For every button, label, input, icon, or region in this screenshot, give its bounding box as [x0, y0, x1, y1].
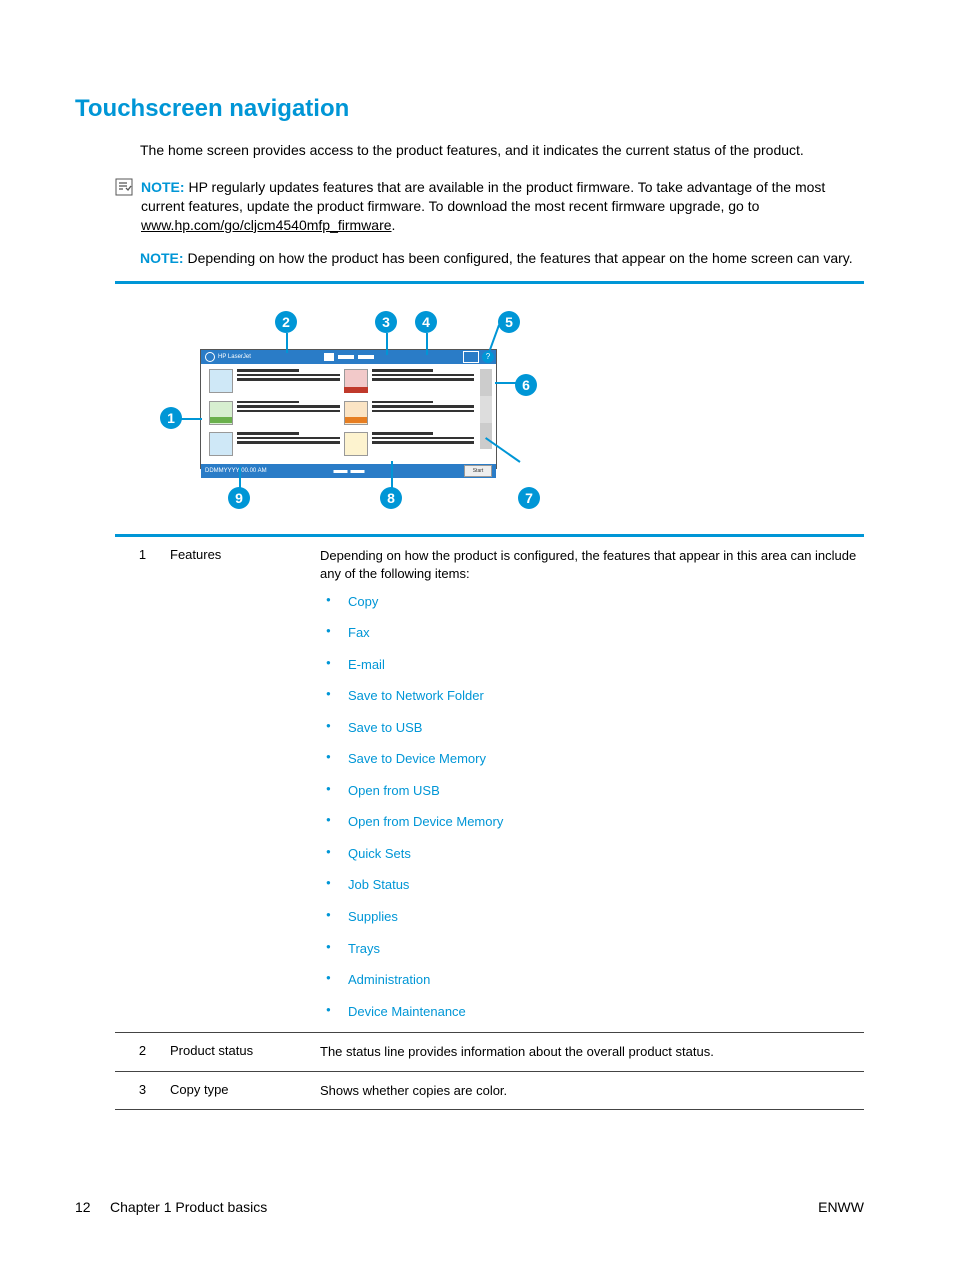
callout-5: 5	[498, 311, 520, 333]
list-item: Open from Device Memory	[320, 813, 864, 831]
list-item: Device Maintenance	[320, 1003, 864, 1021]
callout-8: 8	[380, 487, 402, 509]
list-item: Save to Device Memory	[320, 750, 864, 768]
callout-1: 1	[160, 407, 182, 429]
row-label: Copy type	[170, 1082, 320, 1100]
note-label: NOTE:	[141, 179, 185, 195]
list-item: E-mail	[320, 656, 864, 674]
section-heading: Touchscreen navigation	[75, 95, 864, 123]
note-1-text-b: .	[392, 217, 396, 233]
row-desc: Depending on how the product is configur…	[320, 548, 856, 581]
firmware-link[interactable]: www.hp.com/go/cljcm4540mfp_firmware	[141, 217, 392, 233]
callout-7: 7	[518, 487, 540, 509]
note-icon	[115, 178, 137, 199]
screen-footer: DDMMYYYY 00.00 AM Start	[201, 464, 496, 478]
row-desc: The status line provides information abo…	[320, 1043, 864, 1061]
touchscreen-diagram: 1 2 3 4 5 6 7 8 9 HP LaserJet	[160, 309, 864, 509]
list-item: Copy	[320, 593, 864, 611]
feature-table: 1 Features Depending on how the product …	[115, 537, 864, 1110]
page-footer: 12 Chapter 1 Product basics ENWW	[75, 1199, 864, 1215]
list-item: Save to Network Folder	[320, 687, 864, 705]
callout-3: 3	[375, 311, 397, 333]
row-label: Features	[170, 547, 320, 1022]
header-title: HP LaserJet	[218, 354, 251, 360]
feature-list: Copy Fax E-mail Save to Network Folder S…	[320, 593, 864, 1021]
list-item: Save to USB	[320, 719, 864, 737]
list-item: Administration	[320, 971, 864, 989]
list-item: Open from USB	[320, 782, 864, 800]
note-2: NOTE: Depending on how the product has b…	[140, 249, 864, 268]
intro-paragraph: The home screen provides access to the p…	[140, 141, 864, 160]
start-button-mock: Start	[464, 465, 492, 477]
table-row: 1 Features Depending on how the product …	[115, 537, 864, 1033]
callout-9: 9	[228, 487, 250, 509]
screen-mockup: HP LaserJet ? DDMMYYYY 00.00 AM St	[200, 349, 497, 469]
page-number: 12	[75, 1199, 91, 1215]
callout-6: 6	[515, 374, 537, 396]
list-item: Supplies	[320, 908, 864, 926]
row-number: 3	[115, 1082, 170, 1100]
chapter-label: Chapter 1 Product basics	[110, 1199, 267, 1215]
callout-4: 4	[415, 311, 437, 333]
callout-2: 2	[275, 311, 297, 333]
row-number: 2	[115, 1043, 170, 1061]
note-2-text: Depending on how the product has been co…	[187, 250, 852, 266]
language-code: ENWW	[818, 1199, 864, 1215]
list-item: Fax	[320, 624, 864, 642]
row-number: 1	[115, 547, 170, 1022]
list-item: Job Status	[320, 876, 864, 894]
row-desc: Shows whether copies are color.	[320, 1082, 864, 1100]
note-1: NOTE: HP regularly updates features that…	[115, 178, 864, 235]
hp-logo-icon	[205, 352, 215, 362]
feature-grid	[201, 364, 496, 464]
list-item: Trays	[320, 940, 864, 958]
footer-date: DDMMYYYY 00.00 AM	[205, 468, 267, 474]
table-row: 2 Product status The status line provide…	[115, 1033, 864, 1072]
note-1-text-a: HP regularly updates features that are a…	[141, 179, 825, 214]
table-row: 3 Copy type Shows whether copies are col…	[115, 1072, 864, 1111]
screen-header: HP LaserJet ?	[201, 350, 496, 364]
note-label: NOTE:	[140, 250, 184, 266]
note-divider	[115, 281, 864, 284]
list-item: Quick Sets	[320, 845, 864, 863]
row-label: Product status	[170, 1043, 320, 1061]
